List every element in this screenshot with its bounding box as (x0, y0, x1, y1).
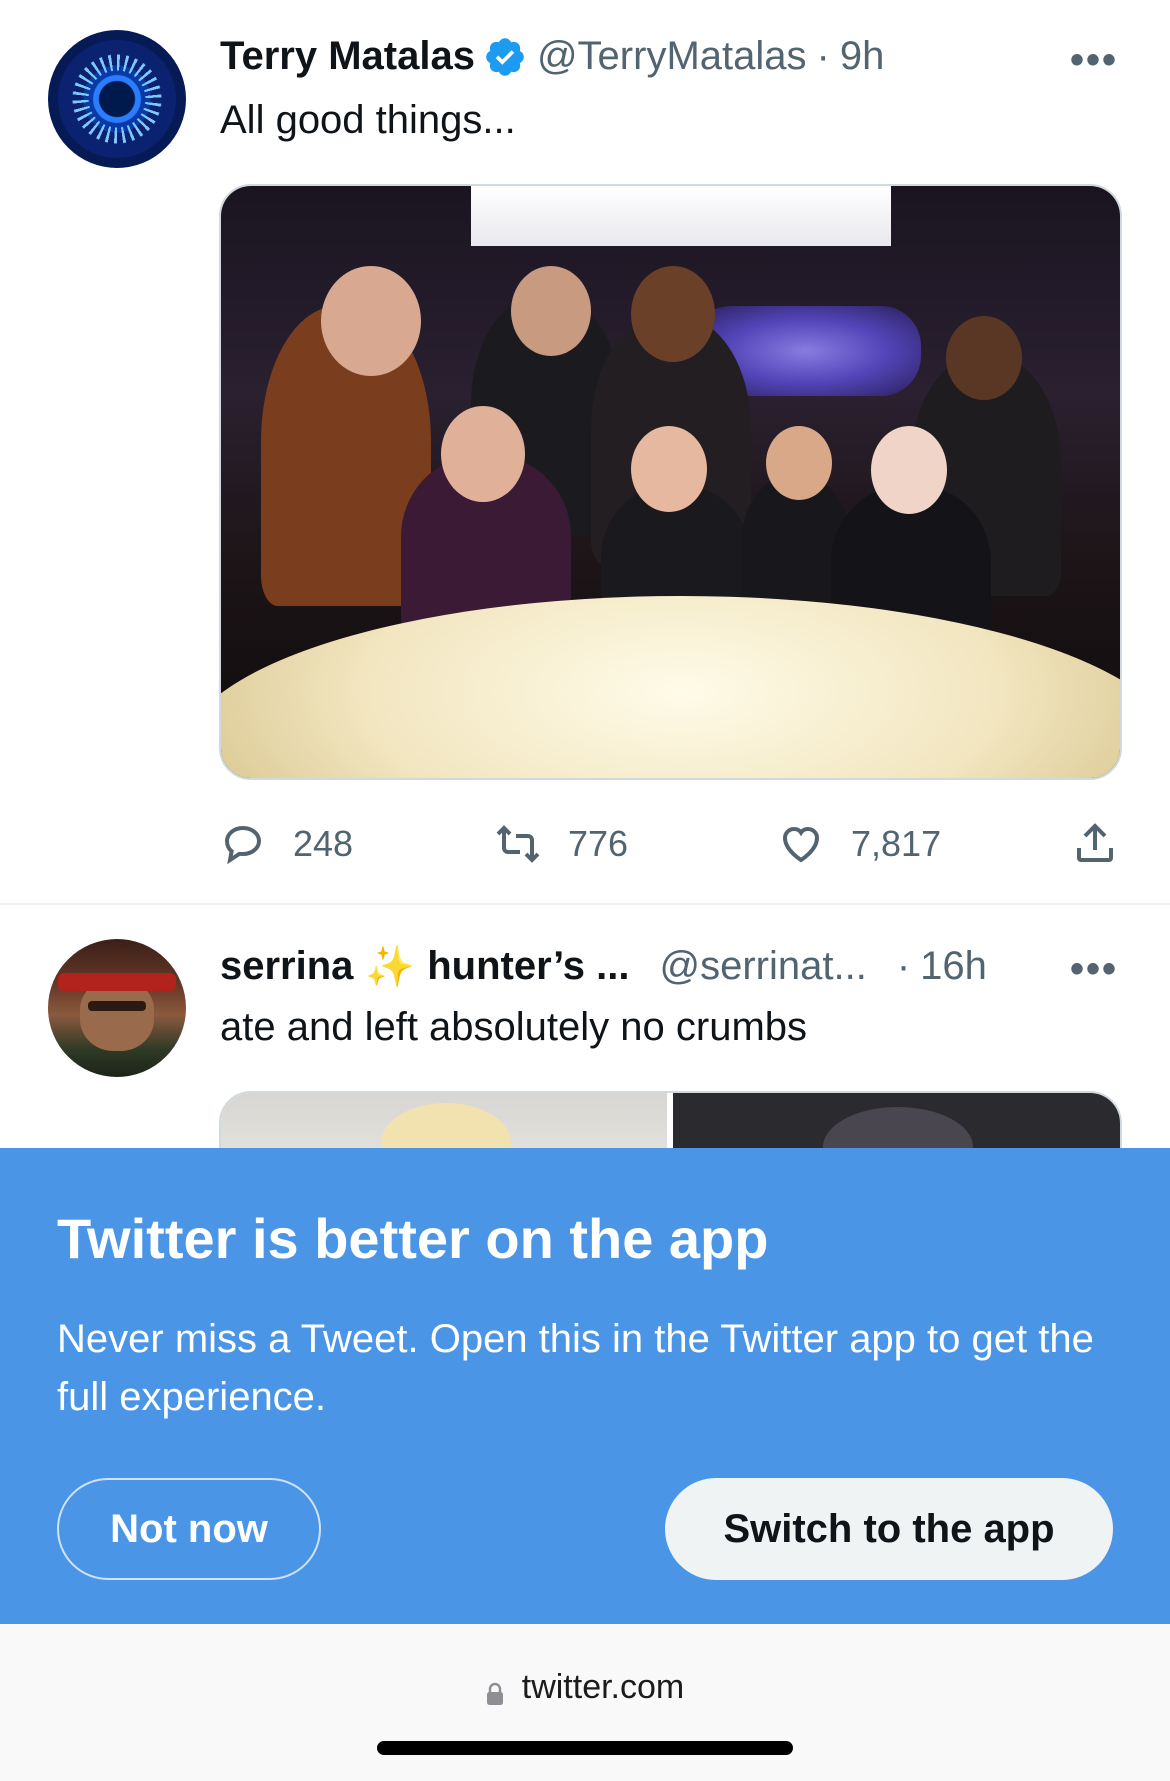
lock-icon (486, 1676, 504, 1705)
like-count: 7,817 (851, 823, 942, 864)
tweet-actions: 248 776 7,817 (219, 820, 1122, 870)
avatar[interactable] (48, 30, 186, 168)
share-icon (1077, 823, 1113, 862)
like-button[interactable]: 7,817 (777, 820, 941, 868)
tweet[interactable]: Terry Matalas @TerryMatalas · 9h ••• All… (0, 0, 1170, 905)
reply-count: 248 (293, 823, 354, 864)
tweet-photo[interactable] (219, 184, 1122, 780)
group-photo (221, 186, 1120, 778)
home-indicator[interactable] (377, 1741, 793, 1755)
avatar-pattern (66, 48, 168, 150)
not-now-button[interactable]: Not now (57, 1478, 321, 1580)
more-options-icon[interactable]: ••• (1070, 947, 1118, 992)
switch-to-app-button[interactable]: Switch to the app (665, 1478, 1113, 1580)
author-handle[interactable]: @serrinat... (659, 944, 866, 989)
author-handle[interactable]: @TerryMatalas (537, 34, 807, 79)
avatar[interactable] (48, 939, 186, 1077)
reply-icon (224, 825, 262, 865)
url-display[interactable]: twitter.com (0, 1668, 1170, 1707)
retweet-count: 776 (568, 823, 629, 864)
browser-address-bar[interactable]: twitter.com (0, 1624, 1170, 1781)
separator-dot: · (896, 944, 911, 988)
reply-button[interactable]: 248 (219, 820, 353, 868)
banner-title: Twitter is better on the app (57, 1207, 769, 1270)
tweet-text: All good things... (220, 98, 516, 142)
tweet-header: Terry Matalas @TerryMatalas · 9h (220, 34, 884, 79)
sparkles-icon: ✨ (365, 945, 416, 989)
tweet-timestamp[interactable]: 9h (840, 34, 885, 79)
retweet-icon (496, 825, 540, 863)
tweet-text: ate and left absolutely no crumbs (220, 1005, 808, 1049)
verified-badge-icon (483, 35, 527, 79)
author-name[interactable]: serrina (220, 944, 353, 989)
retweet-button[interactable]: 776 (494, 820, 628, 868)
tweet-timestamp[interactable]: 16h (920, 944, 987, 989)
heart-icon (782, 826, 820, 863)
banner-body: Never miss a Tweet. Open this in the Twi… (57, 1317, 1094, 1419)
tweet-header: serrina ✨ hunter’s ... @serrinat... · 16… (220, 943, 987, 990)
open-app-banner: Twitter is better on the app Never miss … (0, 1148, 1170, 1624)
author-name-suffix[interactable]: hunter’s ... (427, 944, 629, 989)
author-name[interactable]: Terry Matalas (220, 34, 475, 79)
share-button[interactable] (1071, 820, 1145, 868)
more-options-icon[interactable]: ••• (1070, 38, 1118, 83)
url-text: twitter.com (521, 1668, 685, 1706)
tweet[interactable]: serrina ✨ hunter’s ... @serrinat... · 16… (0, 905, 1170, 1211)
separator-dot: · (816, 34, 830, 78)
